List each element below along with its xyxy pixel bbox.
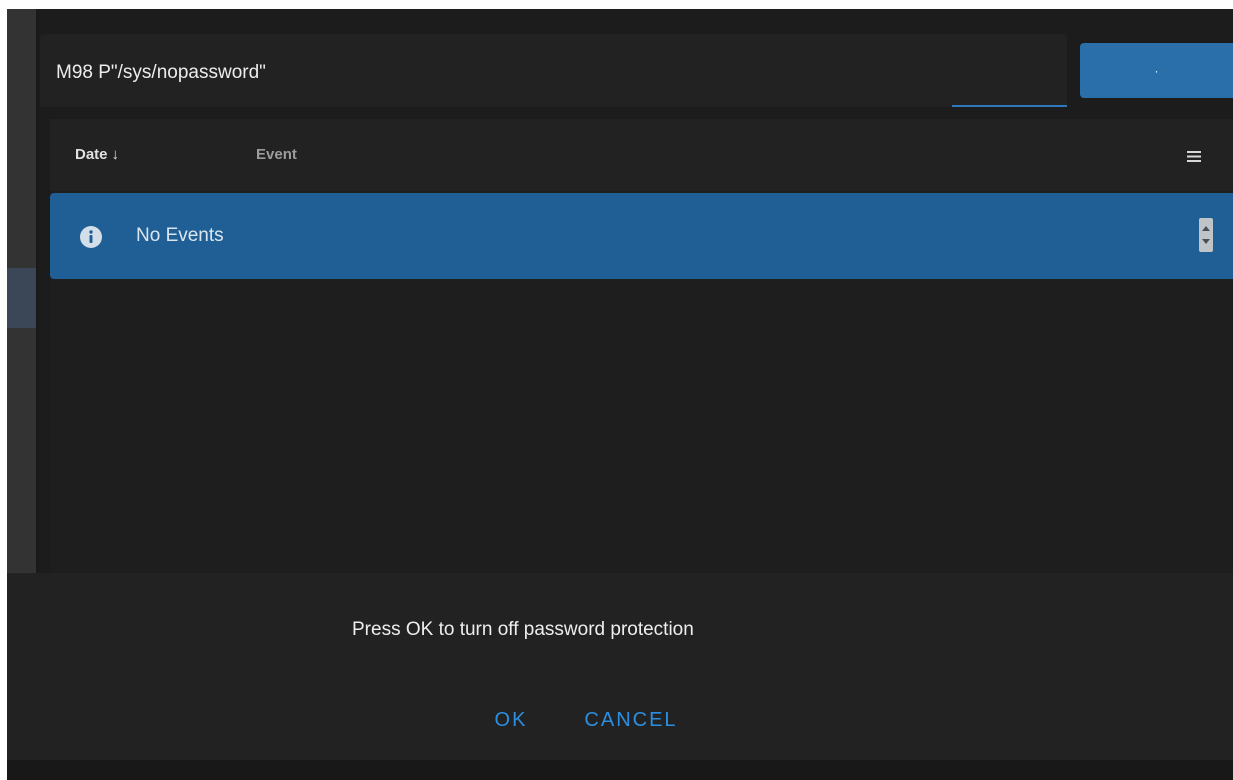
dialog-message: Press OK to turn off password protection [352, 619, 694, 640]
send-button[interactable]: · [1080, 43, 1233, 98]
scroll-stepper[interactable] [1198, 217, 1224, 253]
code-input-focus-underline [952, 105, 1067, 107]
sort-descending-icon: ↓ [111, 146, 120, 163]
table-header [50, 119, 1233, 191]
menu-icon[interactable] [1187, 151, 1201, 162]
sidebar-active-item[interactable] [7, 268, 36, 328]
column-header-date[interactable]: Date ↓ [75, 146, 119, 163]
app-screen: · Date↓ Event No Events Press OK to turn… [0, 0, 1233, 780]
bottom-bar [7, 760, 1233, 780]
ok-button[interactable]: OK [476, 700, 546, 740]
no-events-message: No Events [136, 225, 224, 246]
no-events-alert [50, 193, 1233, 279]
cancel-button[interactable]: CANCEL [566, 700, 696, 740]
column-header-date-label: Date [75, 146, 108, 163]
code-input[interactable] [56, 58, 1046, 88]
column-header-event[interactable]: Event [256, 146, 297, 163]
info-icon [80, 226, 102, 248]
